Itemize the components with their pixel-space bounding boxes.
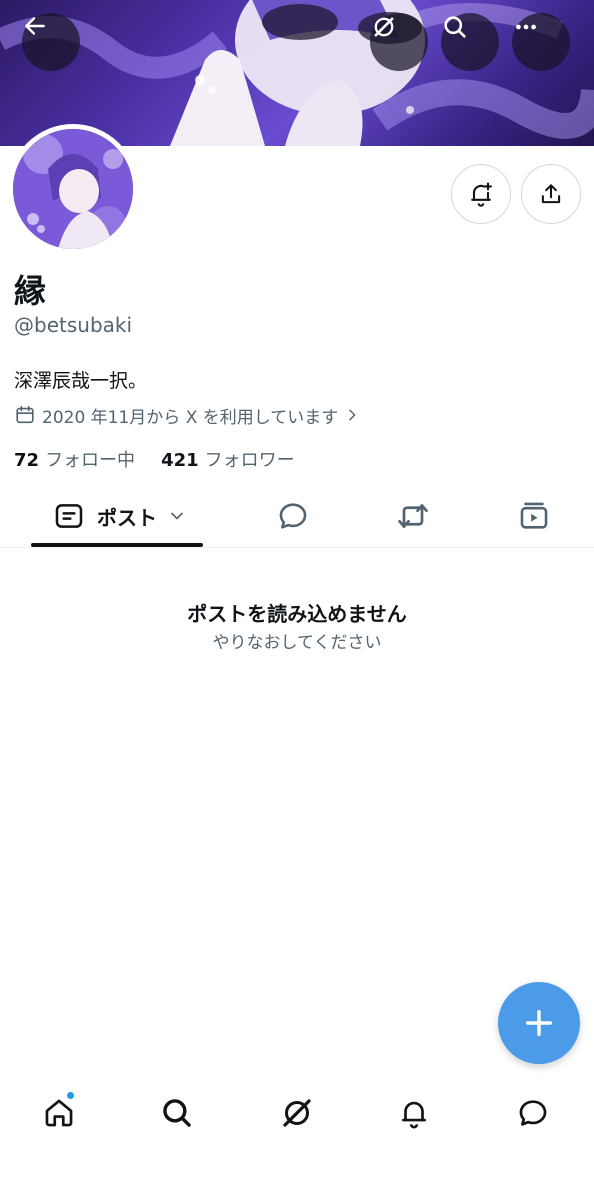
nav-messages[interactable] [508, 1090, 558, 1136]
grok-icon [283, 1099, 311, 1127]
back-button[interactable] [22, 13, 80, 71]
joined-date-row[interactable]: 2020 年11月から X を利用しています [14, 402, 360, 428]
banner-artwork [0, 0, 594, 146]
search-icon [163, 1099, 191, 1127]
profile-handle: @betsubaki [14, 313, 133, 337]
media-icon [520, 502, 548, 529]
bell-icon [402, 1101, 426, 1129]
profile-name: 縁 [14, 272, 47, 310]
retry-link[interactable]: やりなおしてください [0, 628, 594, 653]
tab-posts[interactable]: ポスト [40, 486, 200, 546]
profile-tabs: ポスト [0, 486, 594, 548]
compose-post-button[interactable] [498, 982, 580, 1064]
messages-icon [519, 1100, 547, 1126]
share-icon [541, 184, 561, 204]
plus-icon [525, 1009, 553, 1037]
tab-posts-label: ポスト [97, 505, 157, 530]
posts-icon [55, 504, 83, 528]
repost-icon [398, 504, 428, 528]
followers-label[interactable]: フォロワー [205, 446, 295, 472]
nav-notifications[interactable] [389, 1090, 439, 1136]
tab-media[interactable] [504, 486, 564, 546]
chevron-down-icon[interactable] [167, 506, 187, 526]
profile-bio: 深澤辰哉一択。 [14, 370, 148, 392]
following-count[interactable]: 72 [14, 450, 39, 471]
more-icon [516, 24, 536, 30]
avatar[interactable] [8, 124, 138, 254]
arrow-left-icon [25, 17, 45, 35]
grok-icon [374, 17, 394, 37]
follow-stats: 72 フォロー中 421 フォロワー [14, 446, 295, 472]
profile-banner[interactable] [0, 0, 594, 146]
joined-date-text: 2020 年11月から X を利用しています [42, 407, 339, 428]
reply-icon [279, 503, 307, 529]
bottom-navigation [0, 1080, 594, 1146]
calendar-icon [16, 405, 34, 424]
nav-home[interactable] [34, 1090, 84, 1136]
search-icon [444, 16, 466, 38]
notify-button[interactable] [451, 164, 511, 224]
chevron-right-icon [349, 409, 356, 421]
more-button[interactable] [512, 13, 570, 71]
home-icon [45, 1099, 73, 1127]
nav-search[interactable] [152, 1090, 202, 1136]
nav-grok[interactable] [272, 1090, 322, 1136]
home-notification-dot [66, 1091, 75, 1100]
tab-reposts[interactable] [383, 486, 443, 546]
share-button[interactable] [521, 164, 581, 224]
search-button[interactable] [441, 13, 499, 71]
active-tab-indicator [31, 543, 203, 547]
bell-plus-icon [471, 182, 492, 207]
tab-replies[interactable] [263, 486, 323, 546]
empty-state-title: ポストを読み込めません [187, 602, 407, 626]
grok-button[interactable] [370, 13, 428, 71]
following-label[interactable]: フォロー中 [45, 446, 135, 472]
avatar-image [13, 129, 133, 249]
followers-count[interactable]: 421 [161, 450, 199, 471]
